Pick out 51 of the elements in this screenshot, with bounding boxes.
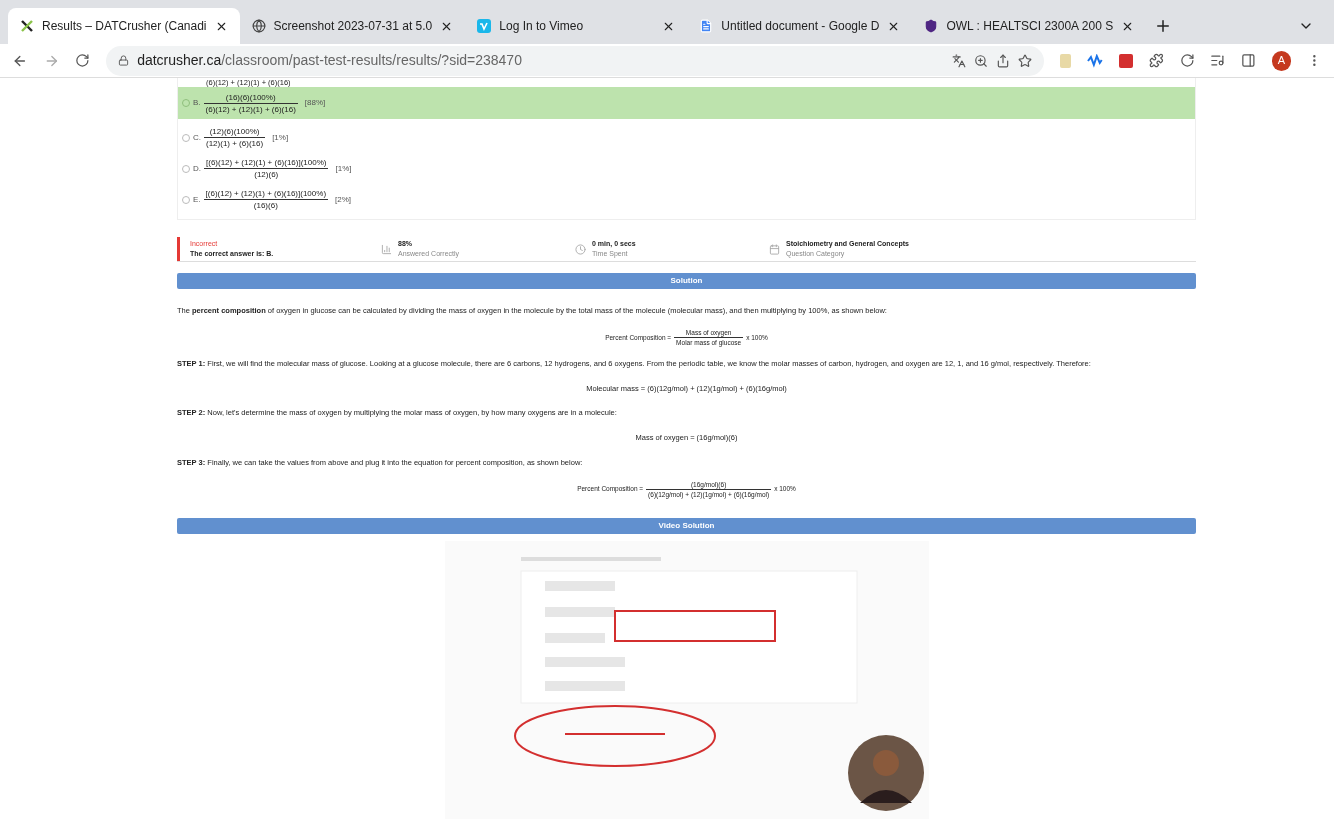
- answer-percentage: [88%]: [304, 97, 326, 109]
- translate-icon[interactable]: [951, 53, 966, 68]
- share-icon[interactable]: [995, 53, 1010, 68]
- profile-avatar[interactable]: A: [1271, 50, 1292, 71]
- url-text: datcrusher.ca/classroom/past-test-results/results/?sid=238470: [137, 51, 522, 70]
- sync-icon[interactable]: [1179, 53, 1195, 68]
- vimeo-icon: [477, 19, 492, 33]
- lock-icon: [118, 55, 130, 66]
- option-letter: E.: [193, 193, 201, 206]
- calendar-icon: [769, 243, 780, 255]
- bar-chart-icon: [381, 243, 392, 255]
- answer-percentage: [1%]: [335, 162, 352, 175]
- tab-title: Log In to Vimeo: [499, 18, 585, 35]
- x-logo-icon: [20, 19, 34, 33]
- browser-tab[interactable]: Screenshot 2023-07-31 at 5.0: [239, 8, 466, 44]
- address-bar[interactable]: datcrusher.ca/classroom/past-test-results/results/?sid=238470: [106, 45, 1044, 76]
- answer-percentage: [2%]: [335, 193, 352, 206]
- tab-title: Screenshot 2023-07-31 at 5.0: [273, 18, 433, 35]
- answer-percentage: [1%]: [272, 131, 289, 144]
- option-letter: D.: [193, 162, 201, 175]
- denominator: (16)(6): [252, 200, 279, 211]
- media-list-icon[interactable]: [1210, 53, 1225, 68]
- numerator: [(6)(12) + (12)(1) + (6)(16)](100%): [204, 188, 328, 199]
- waveform-icon[interactable]: [1087, 53, 1104, 68]
- denominator: (12)(6): [253, 169, 280, 180]
- puzzle-icon[interactable]: [1148, 53, 1164, 68]
- numerator: (12)(6)(100%): [208, 126, 261, 137]
- option-letter: B.: [193, 97, 201, 109]
- option-letter: C.: [193, 131, 201, 144]
- browser-tab[interactable]: Log In to Vimeo: [465, 8, 688, 44]
- tab-title: OWL : HEALTSCI 2300A 200 S: [946, 18, 1114, 35]
- bookmark-star-icon[interactable]: [1017, 53, 1032, 68]
- section-header: Solution: [177, 273, 1196, 289]
- side-panel-icon[interactable]: [1240, 53, 1256, 68]
- numerator: (16)(6)(100%): [224, 91, 277, 103]
- tab-title: Results – DATCrusher (Canadi: [42, 18, 207, 35]
- document-icon: [699, 19, 714, 33]
- tab-title: Untitled document - Google D: [721, 18, 880, 35]
- numerator: [(6)(12) + (12)(1) + (6)(16)](100%): [205, 157, 328, 168]
- browser-tab[interactable]: Untitled document - Google D: [687, 8, 913, 44]
- shield-icon: [924, 19, 939, 33]
- clock-icon: [575, 243, 586, 255]
- browser-tab[interactable]: Results – DATCrusher (Canadi: [8, 8, 240, 44]
- section-header: Video Solution: [177, 517, 1196, 534]
- globe-icon: [251, 19, 266, 33]
- pdf-icon[interactable]: [1119, 53, 1133, 68]
- zoom-icon[interactable]: [973, 53, 988, 68]
- denominator: (12)(1) + (6)(16): [205, 138, 265, 149]
- reload-icon[interactable]: [75, 53, 91, 68]
- denominator: (6)(12) + (12)(1) + (6)(16): [204, 103, 297, 115]
- browser-tab[interactable]: OWL : HEALTSCI 2300A 200 S: [912, 8, 1147, 44]
